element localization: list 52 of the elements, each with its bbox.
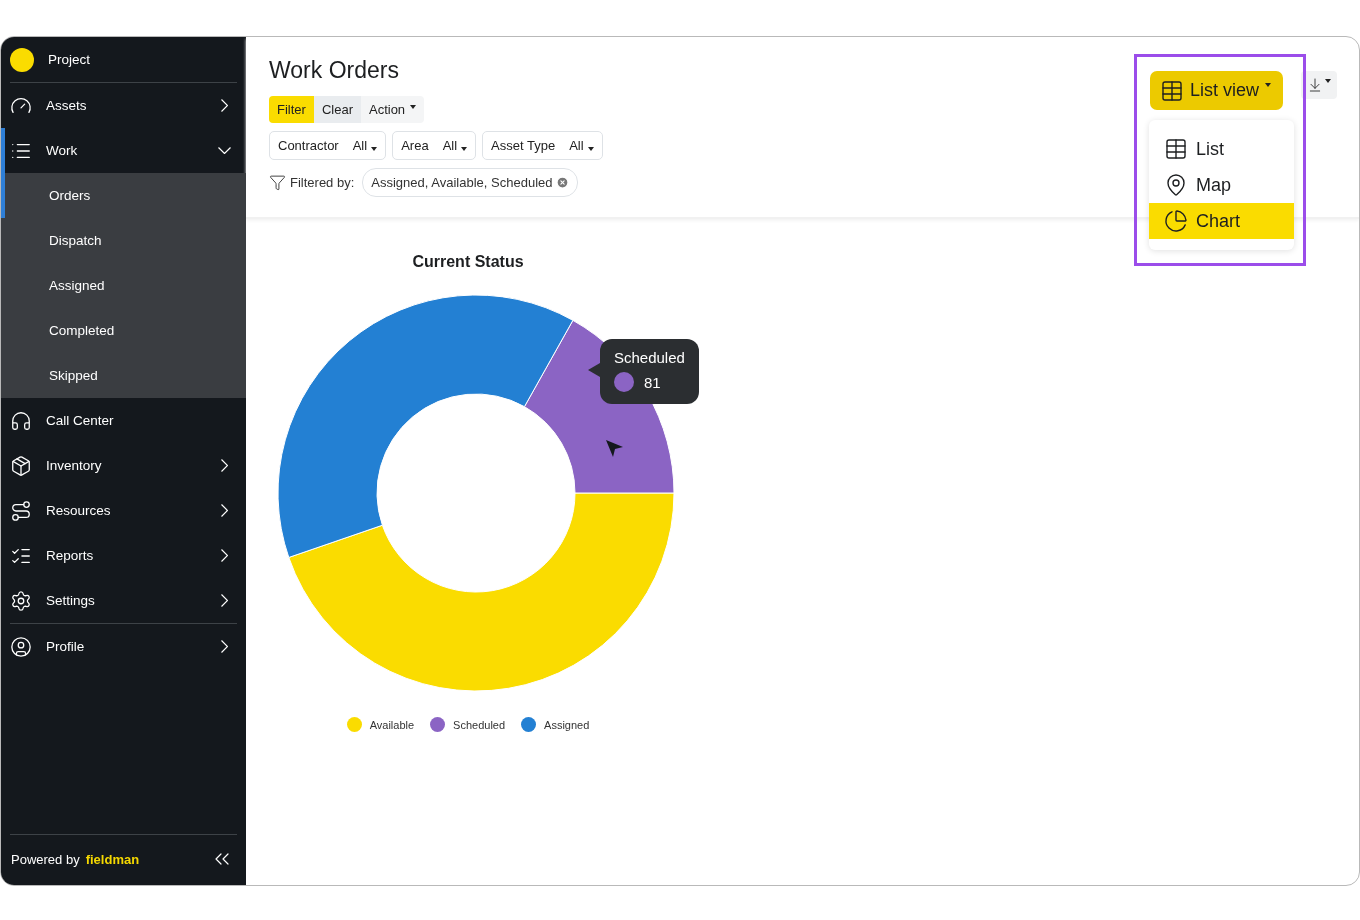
caret-icon <box>1325 79 1331 83</box>
view-dropdown-button[interactable]: List view <box>1149 71 1283 110</box>
filtered-by-label: Filtered by: <box>290 175 355 190</box>
sidebar-item[interactable]: Profile <box>1 624 246 669</box>
action-dropdown[interactable]: Action <box>360 96 425 123</box>
caret-icon <box>587 147 594 151</box>
sidebar-subitem[interactable]: Dispatch <box>1 218 246 263</box>
sidebar-subitem[interactable]: Completed <box>1 308 246 353</box>
filter-chip[interactable]: Assigned, Available, Scheduled <box>362 168 579 197</box>
view-menu-item[interactable]: Map <box>1148 167 1294 203</box>
sidebar-subitem[interactable]: Skipped <box>1 353 246 398</box>
caret-icon <box>371 147 378 151</box>
action-button[interactable]: Clear <box>313 96 361 123</box>
sidebar-item-icon <box>10 409 32 432</box>
tooltip-pointer <box>588 363 600 377</box>
legend-item[interactable]: Available <box>346 717 415 732</box>
action-button[interactable]: Filter <box>269 96 314 123</box>
view-option-icon <box>1163 137 1188 161</box>
brand-name: fieldman <box>85 851 141 867</box>
sidebar-subitem[interactable]: Assigned <box>1 263 246 308</box>
view-option-icon <box>1163 209 1188 233</box>
caret-icon <box>1265 83 1271 87</box>
filter-select[interactable]: Area All <box>392 131 477 160</box>
caret-icon <box>461 147 468 151</box>
sidebar-item-icon <box>10 454 32 477</box>
view-menu-item[interactable]: List <box>1148 131 1294 167</box>
page-title: Work Orders <box>269 57 400 84</box>
legend-item[interactable]: Assigned <box>521 717 590 732</box>
sidebar-item-icon <box>10 589 32 612</box>
sidebar-item[interactable]: Resources <box>1 488 246 533</box>
sidebar-item[interactable]: Call Center <box>1 398 246 443</box>
sidebar-item[interactable]: Assets <box>1 83 246 128</box>
chart-title: Current Status <box>412 253 524 271</box>
user-icon <box>10 635 32 658</box>
funnel-icon <box>269 174 286 191</box>
sidebar-item-icon <box>10 499 32 522</box>
remove-icon[interactable] <box>556 176 570 189</box>
powered-by-text: Powered by <box>11 851 80 867</box>
legend-item[interactable]: Scheduled <box>430 717 506 732</box>
sidebar-item[interactable]: Reports <box>1 533 246 578</box>
project-item[interactable]: Project <box>1 37 246 82</box>
download-icon <box>1307 77 1323 93</box>
filter-select[interactable]: Asset Type All <box>482 131 603 160</box>
sidebar-item[interactable]: Work <box>1 128 246 173</box>
view-menu-item[interactable]: Chart <box>1148 203 1294 239</box>
cursor-icon <box>605 439 625 459</box>
sidebar-subitem[interactable]: Orders <box>1 173 246 218</box>
sidebar-item[interactable]: Inventory <box>1 443 246 488</box>
filter-select[interactable]: Contractor All <box>269 131 387 160</box>
sidebar-item[interactable]: Settings <box>1 578 246 623</box>
caret-icon <box>410 105 417 109</box>
table-icon <box>1159 78 1184 103</box>
